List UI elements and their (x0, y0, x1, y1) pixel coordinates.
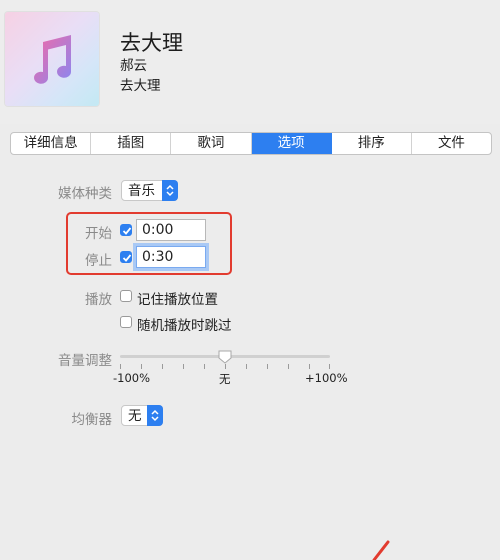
slider-tick (162, 364, 163, 369)
slider-tick (204, 364, 205, 369)
song-artist: 郝云 (120, 58, 147, 74)
slider-tick (309, 364, 310, 369)
media-kind-value: 音乐 (128, 183, 155, 199)
volume-mid-label: 无 (219, 372, 231, 386)
slider-tick (329, 364, 330, 369)
select-arrows-icon (162, 180, 178, 201)
tab-artwork[interactable]: 插图 (91, 133, 172, 154)
tab-options[interactable]: 选项 (251, 133, 332, 154)
media-kind-select[interactable]: 音乐 (121, 180, 178, 201)
slider-tick (120, 364, 121, 369)
slider-tick (246, 364, 247, 369)
equalizer-value: 无 (128, 408, 142, 424)
slider-tick (267, 364, 268, 369)
music-note-icon (34, 35, 71, 84)
skip-shuffle-label[interactable]: 随机播放时跳过 (137, 314, 232, 334)
tab-lyrics[interactable]: 歌词 (171, 133, 252, 154)
equalizer-select[interactable]: 无 (121, 405, 163, 426)
tab-sorting[interactable]: 排序 (332, 133, 412, 154)
checkmark-icon (122, 227, 132, 235)
playback-label: 播放 (85, 292, 112, 308)
album-artwork[interactable] (5, 12, 99, 106)
volume-max-label: +100% (305, 371, 348, 385)
media-kind-label: 媒体种类 (58, 186, 112, 202)
start-label: 开始 (85, 226, 112, 242)
tab-details[interactable]: 详细信息 (11, 133, 92, 154)
song-info-header: 去大理 郝云 去大理 (0, 0, 500, 124)
stop-label: 停止 (85, 253, 112, 269)
slider-tick (288, 364, 289, 369)
song-title: 去大理 (120, 31, 183, 55)
stop-checkbox[interactable] (120, 251, 132, 263)
skip-shuffle-checkbox[interactable] (120, 316, 132, 328)
slider-tick (141, 364, 142, 369)
remember-position-label[interactable]: 记住播放位置 (137, 288, 218, 308)
equalizer-label: 均衡器 (71, 412, 113, 428)
slider-tick (183, 364, 184, 369)
volume-slider-thumb[interactable] (218, 350, 232, 364)
tab-bar: 详细信息 插图 歌词 选项 排序 文件 (10, 132, 492, 155)
remember-position-checkbox[interactable] (120, 290, 132, 302)
volume-min-label: -100% (113, 371, 151, 385)
start-time-input[interactable]: 0:00 (136, 219, 206, 241)
checkmark-icon (122, 254, 132, 262)
start-checkbox[interactable] (120, 224, 132, 236)
select-arrows-icon (147, 405, 163, 426)
volume-label: 音量调整 (58, 353, 112, 369)
annotation-arrow-icon (372, 540, 390, 560)
slider-tick (225, 364, 226, 369)
stop-time-input[interactable]: 0:30 (136, 246, 206, 268)
tab-file[interactable]: 文件 (412, 133, 491, 154)
song-album: 去大理 (120, 78, 161, 94)
